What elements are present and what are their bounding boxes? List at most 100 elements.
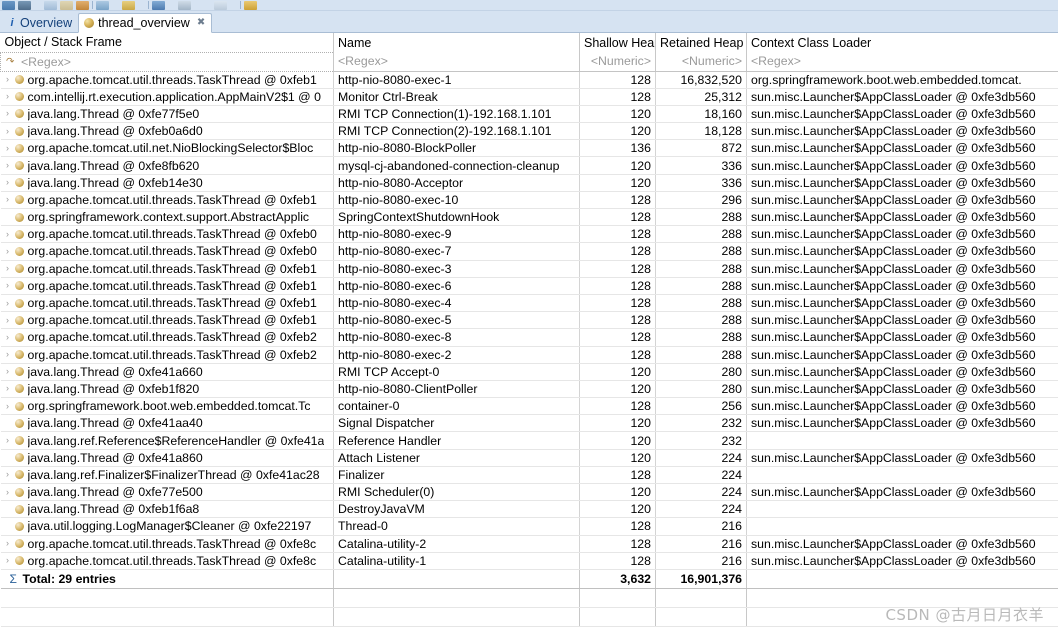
table-row[interactable]: › java.lang.Thread @ 0xfe41a660 RMI TCP Ac…: [0, 363, 1058, 381]
table-row[interactable]: › java.lang.Thread @ 0xfe77e500 RMI Schedu…: [0, 483, 1058, 502]
table-row[interactable]: › java.lang.Thread @ 0xfeb1f820 http-nio-8…: [0, 380, 1058, 399]
table-row[interactable]: › org.apache.tomcat.util.threads.TaskThre…: [0, 277, 1058, 295]
cell-object[interactable]: › org.springframework.boot.web.embedded.t…: [0, 397, 334, 416]
table-row[interactable]: java.lang.Thread @ 0xfe41a860 Attach List…: [0, 449, 1058, 467]
filter-shallow-input[interactable]: <Numeric>: [579, 52, 656, 72]
expand-arrow-icon[interactable]: ›: [1, 556, 15, 565]
cell-object[interactable]: › org.apache.tomcat.util.threads.TaskThre…: [0, 552, 334, 570]
cell-object[interactable]: java.lang.Thread @ 0xfe41aa40: [0, 414, 334, 433]
expand-arrow-icon[interactable]: ›: [1, 539, 15, 548]
tab-thread-overview[interactable]: thread_overview ✖: [78, 13, 213, 33]
table-row[interactable]: › java.lang.ref.Reference$ReferenceHandle…: [0, 431, 1058, 450]
cell-object[interactable]: › java.lang.Thread @ 0xfeb14e30: [0, 174, 334, 192]
filter-name-input[interactable]: <Regex>: [333, 52, 580, 72]
column-header-context-class-loader[interactable]: Context Class Loader: [746, 33, 1058, 52]
filter-loader-input[interactable]: <Regex>: [746, 52, 1058, 72]
table-row[interactable]: › java.lang.ref.Finalizer$FinalizerThread…: [0, 466, 1058, 485]
table-row[interactable]: › org.apache.tomcat.util.threads.TaskThre…: [0, 242, 1058, 261]
expand-arrow-icon[interactable]: ›: [1, 143, 15, 153]
expand-arrow-icon[interactable]: ›: [1, 367, 15, 376]
tab-overview[interactable]: i Overview: [3, 13, 78, 33]
table-row[interactable]: › org.apache.tomcat.util.net.NioBlockingS…: [0, 139, 1058, 158]
cell-object[interactable]: › java.lang.Thread @ 0xfeb0a6d0: [0, 122, 334, 141]
table-row[interactable]: › org.apache.tomcat.util.threads.TaskThre…: [0, 535, 1058, 553]
cell-object[interactable]: › org.apache.tomcat.util.threads.TaskThre…: [0, 242, 334, 261]
find-icon[interactable]: [152, 0, 165, 10]
cell-object[interactable]: › java.lang.Thread @ 0xfe41a660: [0, 363, 334, 381]
cell-object[interactable]: › java.lang.Thread @ 0xfe77e500: [0, 483, 334, 502]
expand-arrow-icon[interactable]: ›: [1, 246, 15, 256]
table-row[interactable]: › org.apache.tomcat.util.threads.TaskThre…: [0, 191, 1058, 210]
oql-icon[interactable]: [76, 0, 89, 10]
histogram-icon[interactable]: [18, 0, 31, 10]
expand-arrow-icon[interactable]: ›: [1, 178, 15, 187]
cell-object[interactable]: › java.lang.ref.Reference$ReferenceHandle…: [0, 431, 334, 450]
expand-arrow-icon[interactable]: ›: [1, 332, 15, 342]
expand-arrow-icon[interactable]: ›: [1, 384, 15, 393]
cell-object[interactable]: › org.apache.tomcat.util.threads.TaskThre…: [0, 328, 334, 347]
expand-arrow-icon[interactable]: ›: [1, 350, 15, 359]
column-header-object[interactable]: Object / Stack Frame: [0, 33, 334, 52]
table-row[interactable]: › org.apache.tomcat.util.threads.TaskThre…: [0, 328, 1058, 347]
table-row[interactable]: org.springframework.context.support.Abst…: [0, 208, 1058, 227]
column-header-shallow-heap[interactable]: Shallow Heap: [579, 33, 656, 52]
open-query-browser-icon[interactable]: [96, 0, 109, 10]
expand-arrow-icon[interactable]: ›: [1, 126, 15, 136]
cell-object[interactable]: java.util.logging.LogManager$Cleaner @ 0…: [0, 517, 334, 536]
filter-object-cell[interactable]: ↷ <Regex>: [0, 51, 334, 72]
cell-object[interactable]: › java.lang.Thread @ 0xfe8fb620: [0, 156, 334, 175]
table-row[interactable]: java.util.logging.LogManager$Cleaner @ 0…: [0, 517, 1058, 536]
cell-object[interactable]: › org.apache.tomcat.util.threads.TaskThre…: [0, 535, 334, 553]
cell-object[interactable]: › com.intellij.rt.execution.application.A…: [0, 88, 334, 106]
table-row[interactable]: › java.lang.Thread @ 0xfeb14e30 http-nio-8…: [0, 174, 1058, 192]
table-row[interactable]: › java.lang.Thread @ 0xfe77f5e0 RMI TCP Co…: [0, 105, 1058, 124]
table-row[interactable]: › org.apache.tomcat.util.threads.TaskThre…: [0, 311, 1058, 330]
cell-object[interactable]: org.springframework.context.support.Abst…: [0, 208, 334, 227]
cell-object[interactable]: › org.apache.tomcat.util.threads.TaskThre…: [0, 311, 334, 330]
expand-arrow-icon[interactable]: ›: [1, 264, 15, 273]
table-row[interactable]: java.lang.Thread @ 0xfeb1f6a8 DestroyJava…: [0, 500, 1058, 519]
expand-arrow-icon[interactable]: ›: [1, 161, 15, 170]
table-row[interactable]: java.lang.Thread @ 0xfe41aa40 Signal Disp…: [0, 414, 1058, 433]
export-icon[interactable]: [178, 0, 191, 10]
table-row[interactable]: › org.apache.tomcat.util.threads.TaskThre…: [0, 294, 1058, 313]
table-row[interactable]: › org.apache.tomcat.util.threads.TaskThre…: [0, 346, 1058, 364]
cell-object[interactable]: › java.lang.ref.Finalizer$FinalizerThread…: [0, 466, 334, 485]
expand-arrow-icon[interactable]: ›: [1, 315, 15, 325]
table-row[interactable]: › org.apache.tomcat.util.threads.TaskThre…: [0, 225, 1058, 244]
report-icon[interactable]: [60, 0, 73, 10]
column-header-name[interactable]: Name: [333, 33, 580, 52]
cell-object[interactable]: › java.lang.Thread @ 0xfe77f5e0: [0, 105, 334, 124]
cell-object[interactable]: › org.apache.tomcat.util.threads.TaskThre…: [0, 260, 334, 278]
dominator-tree-icon[interactable]: [44, 0, 57, 10]
expand-arrow-icon[interactable]: ›: [1, 92, 15, 101]
cell-object[interactable]: › org.apache.tomcat.util.threads.TaskThre…: [0, 277, 334, 295]
filter-object-input[interactable]: <Regex>: [21, 55, 71, 69]
cell-object[interactable]: › java.lang.Thread @ 0xfeb1f820: [0, 380, 334, 399]
expand-arrow-icon[interactable]: ›: [1, 229, 15, 239]
expand-arrow-icon[interactable]: ›: [1, 281, 15, 290]
column-header-retained-heap[interactable]: Retained Heap: [655, 33, 747, 52]
expand-arrow-icon[interactable]: ›: [1, 75, 15, 84]
expand-arrow-icon[interactable]: ›: [1, 109, 15, 118]
expand-arrow-icon[interactable]: ›: [1, 436, 15, 445]
table-row[interactable]: › java.lang.Thread @ 0xfe8fb620 mysql-cj-a…: [0, 156, 1058, 175]
filter-retained-input[interactable]: <Numeric>: [655, 52, 747, 72]
inspector-icon[interactable]: [122, 0, 135, 10]
cell-object[interactable]: › org.apache.tomcat.util.threads.TaskThre…: [0, 225, 334, 244]
table-row[interactable]: › com.intellij.rt.execution.application.A…: [0, 88, 1058, 106]
cell-object[interactable]: java.lang.Thread @ 0xfeb1f6a8: [0, 500, 334, 519]
table-row[interactable]: › org.apache.tomcat.util.threads.TaskThre…: [0, 260, 1058, 278]
table-row[interactable]: › org.apache.tomcat.util.threads.TaskThre…: [0, 552, 1058, 570]
settings-icon[interactable]: [244, 0, 257, 10]
table-row[interactable]: › java.lang.Thread @ 0xfeb0a6d0 RMI TCP Co…: [0, 122, 1058, 141]
expand-arrow-icon[interactable]: ›: [1, 401, 15, 411]
close-icon[interactable]: ✖: [197, 18, 205, 28]
cell-object[interactable]: › org.apache.tomcat.util.threads.TaskThre…: [0, 191, 334, 210]
table-row[interactable]: › org.apache.tomcat.util.threads.TaskThre…: [0, 71, 1058, 89]
expand-arrow-icon[interactable]: ›: [1, 195, 15, 204]
cell-object[interactable]: › org.apache.tomcat.util.net.NioBlockingS…: [0, 139, 334, 158]
expand-arrow-icon[interactable]: ›: [1, 470, 15, 479]
cell-object[interactable]: › org.apache.tomcat.util.threads.TaskThre…: [0, 71, 334, 89]
cell-object[interactable]: java.lang.Thread @ 0xfe41a860: [0, 449, 334, 467]
